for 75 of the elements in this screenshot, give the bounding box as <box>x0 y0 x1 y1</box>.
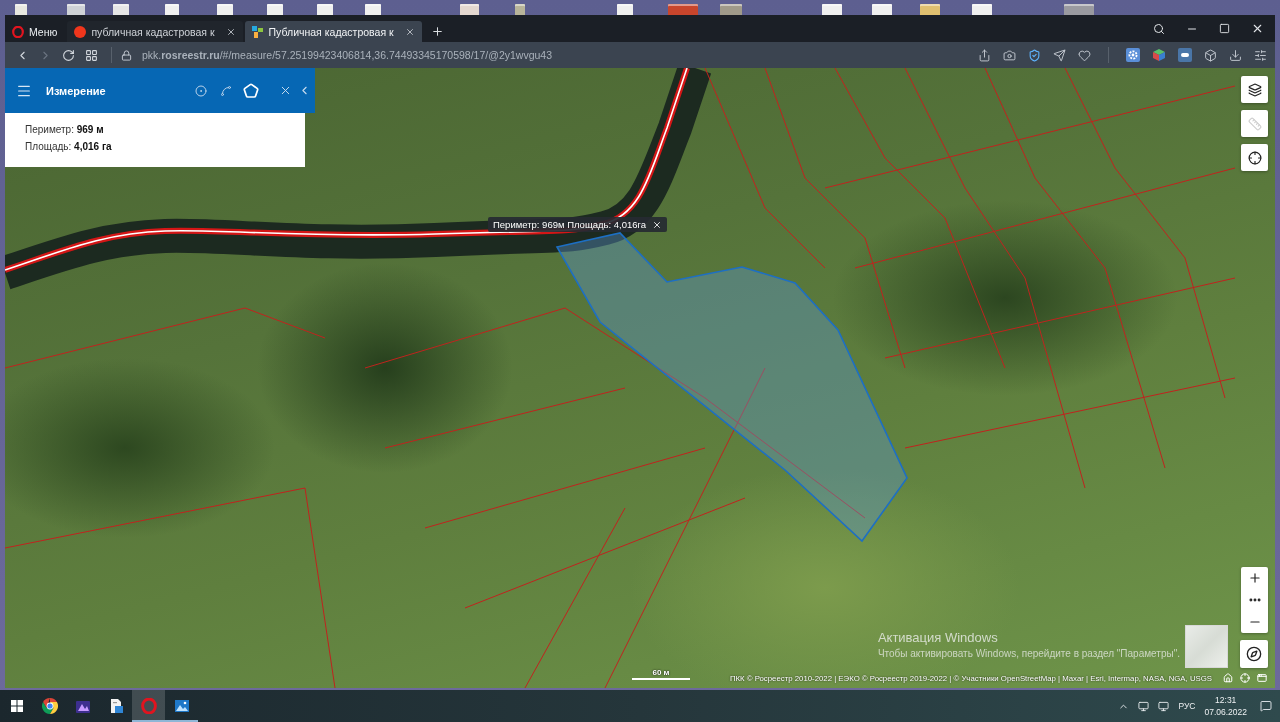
plus-icon <box>1247 571 1262 585</box>
start-icon <box>10 700 23 712</box>
ruler-icon <box>1247 116 1262 131</box>
crosshair-icon <box>1240 673 1250 683</box>
shield-icon <box>1028 48 1041 62</box>
browser-taskbar-button[interactable] <box>132 690 165 722</box>
measurement-result: Периметр: 969 м <box>25 124 105 135</box>
ring-logo-icon <box>12 25 24 38</box>
extension-button[interactable] <box>1150 46 1168 64</box>
cube-icon <box>1152 48 1166 62</box>
compass-button[interactable] <box>1240 640 1268 668</box>
browser-tab[interactable]: Публичная кадастровая к <box>244 21 422 42</box>
fullscreen-button[interactable] <box>1257 673 1267 683</box>
address-field[interactable]: pkk.rosreestr.ru/#/measure/57.25199423406814,36.74493345170598/17/@2y1wvgu43 <box>142 49 552 61</box>
display-button[interactable] <box>1158 700 1170 712</box>
sliders-icon <box>1254 48 1267 62</box>
polygon-tool-button[interactable] <box>241 80 261 101</box>
pentagon-icon <box>243 82 259 99</box>
compass-icon <box>1246 646 1262 662</box>
ring-logo-icon <box>140 698 157 714</box>
polyline-icon <box>220 84 232 97</box>
lock-icon <box>121 49 132 61</box>
maximize-button[interactable] <box>1217 21 1232 36</box>
scale-bar: 60 м <box>632 668 690 680</box>
search-icon <box>1153 22 1165 35</box>
app-tile-icon <box>74 698 91 714</box>
camera-icon <box>1003 48 1016 62</box>
tab-close-button[interactable] <box>404 26 415 37</box>
disc-logo-icon <box>74 25 87 38</box>
maximize-icon <box>1219 23 1230 34</box>
network-button[interactable] <box>1138 700 1150 712</box>
crosshair-icon <box>1247 150 1262 165</box>
monitor-icon <box>1158 700 1170 712</box>
grid-icon <box>85 48 98 62</box>
extension-tile-icon <box>1178 48 1192 62</box>
box-icon <box>1204 48 1217 62</box>
measurement-result: Площадь: 4,016 га <box>25 141 113 152</box>
send-button[interactable] <box>1051 46 1068 64</box>
clock-date[interactable]: 07.06.2022 <box>1204 707 1247 717</box>
share-icon <box>978 48 991 62</box>
close-icon <box>652 219 663 230</box>
tile-logo-icon <box>251 25 264 38</box>
extensions-button[interactable] <box>1202 46 1219 64</box>
tab-close-button[interactable] <box>225 26 236 37</box>
notifications-button[interactable] <box>1260 700 1272 712</box>
layers-button[interactable] <box>1241 76 1268 103</box>
browser-menu-button[interactable]: Меню <box>8 21 66 42</box>
monitor-icon <box>1138 700 1150 712</box>
download-icon <box>1229 48 1242 62</box>
extension-button[interactable] <box>1176 46 1194 64</box>
extension-button[interactable] <box>1124 46 1142 64</box>
point-icon <box>195 84 207 97</box>
language-indicator[interactable]: РУС <box>1178 701 1196 711</box>
gear-tile-icon <box>1126 48 1140 62</box>
browser-tab[interactable]: публичная кадастровая к <box>67 21 243 42</box>
close-icon <box>1251 22 1264 35</box>
notification-icon <box>1260 700 1272 712</box>
home-button[interactable] <box>1223 673 1233 683</box>
layers-icon <box>1247 82 1262 97</box>
clock-time[interactable]: 12:31 <box>1215 695 1237 705</box>
reload-icon <box>62 48 75 62</box>
panel-title: Измерение <box>46 84 106 97</box>
circle-logo-icon <box>41 698 58 714</box>
picture-icon <box>173 698 190 714</box>
activation-title: Активация Windows <box>877 630 999 645</box>
plus-icon <box>430 25 444 38</box>
tooltip-text: Периметр: 969м Площадь: 4,016га <box>493 219 647 230</box>
tooltip-close-button[interactable] <box>652 219 663 230</box>
send-icon <box>1053 48 1066 62</box>
heart-icon <box>1078 48 1091 62</box>
locate-button[interactable] <box>1241 144 1268 171</box>
home-icon <box>1223 673 1233 683</box>
activation-text: Чтобы активировать Windows, перейдите в раздел "Параметры". <box>877 648 1180 659</box>
window-icon <box>1257 673 1267 683</box>
close-icon <box>279 84 292 97</box>
